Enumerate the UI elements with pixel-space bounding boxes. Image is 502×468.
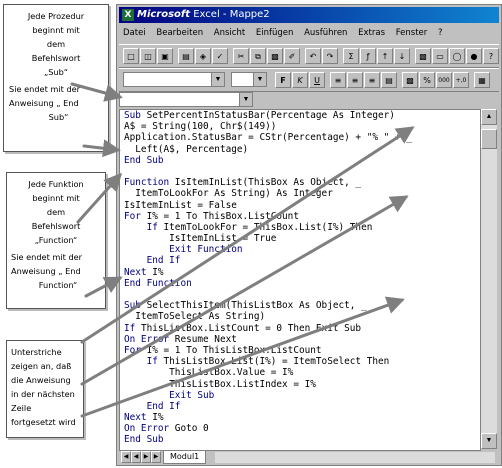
arrow-to-function — [76, 172, 122, 224]
arrow-to-end-sub — [82, 139, 121, 158]
arrow-to-sub — [70, 82, 123, 102]
arrow-to-end-function — [84, 276, 123, 298]
callout-arrows — [70, 82, 415, 418]
arrow-to-underscore-1 — [80, 126, 415, 344]
